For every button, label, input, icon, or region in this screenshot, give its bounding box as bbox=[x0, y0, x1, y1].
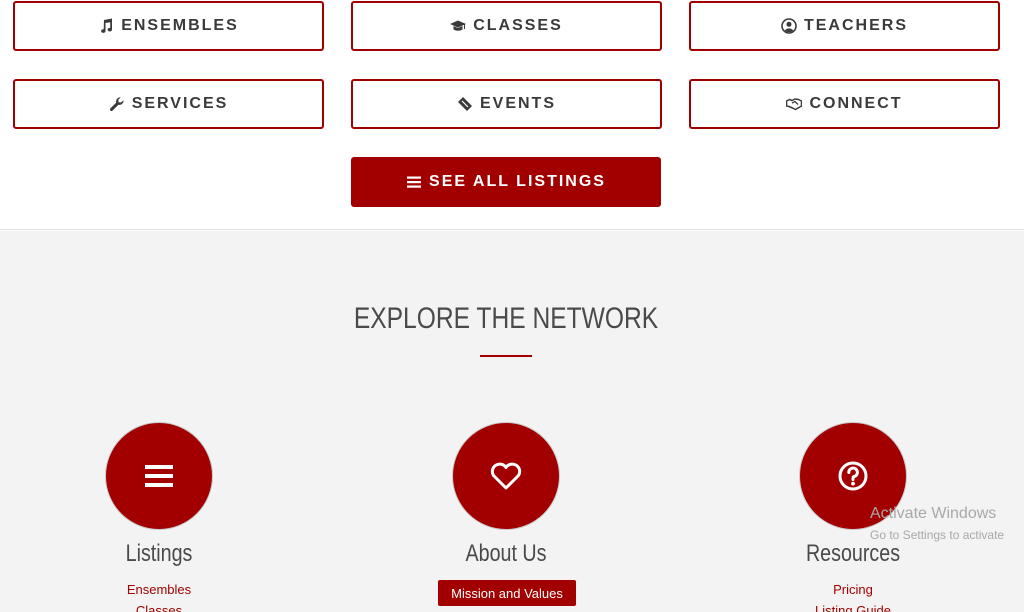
listings-title: Listings bbox=[125, 540, 193, 567]
music-note-icon bbox=[98, 18, 114, 34]
explore-section: EXPLORE THE NETWORK Listings Ensembles C… bbox=[0, 231, 1024, 612]
activate-windows-title: Activate Windows bbox=[870, 505, 997, 522]
events-button[interactable]: EVENTS bbox=[351, 79, 662, 129]
about-circle[interactable] bbox=[452, 422, 560, 530]
wrench-icon bbox=[109, 96, 125, 112]
resources-title: Resources bbox=[805, 540, 901, 567]
heart-icon bbox=[490, 462, 522, 490]
graduation-cap-icon bbox=[450, 18, 467, 34]
pricing-link[interactable]: Pricing bbox=[753, 582, 953, 597]
section-title: EXPLORE THE NETWORK bbox=[353, 302, 659, 335]
bars-icon bbox=[145, 465, 173, 487]
category-section: ENSEMBLES CLASSES TEACHERS SERVICES EVEN… bbox=[0, 0, 1024, 230]
classes-label: CLASSES bbox=[473, 17, 563, 34]
bars-icon bbox=[406, 174, 422, 190]
ensembles-button[interactable]: ENSEMBLES bbox=[13, 1, 324, 51]
listing-guide-link[interactable]: Listing Guide bbox=[753, 603, 953, 612]
services-button[interactable]: SERVICES bbox=[13, 79, 324, 129]
classes-link[interactable]: Classes bbox=[59, 603, 259, 612]
user-circle-icon bbox=[781, 18, 797, 34]
classes-button[interactable]: CLASSES bbox=[351, 1, 662, 51]
listings-circle[interactable] bbox=[105, 422, 213, 530]
see-all-listings-button[interactable]: SEE ALL LISTINGS bbox=[351, 157, 661, 207]
ticket-icon bbox=[457, 96, 473, 112]
teachers-label: TEACHERS bbox=[803, 17, 908, 34]
events-label: EVENTS bbox=[479, 95, 556, 112]
ensembles-link[interactable]: Ensembles bbox=[59, 582, 259, 597]
ensembles-label: ENSEMBLES bbox=[121, 17, 239, 34]
connect-label: CONNECT bbox=[809, 95, 903, 112]
listings-column: Listings Ensembles Classes bbox=[59, 422, 259, 612]
question-circle-icon bbox=[838, 461, 868, 491]
mission-values-button[interactable]: Mission and Values bbox=[438, 580, 576, 606]
connect-button[interactable]: CONNECT bbox=[689, 79, 1000, 129]
services-label: SERVICES bbox=[131, 95, 229, 112]
teachers-button[interactable]: TEACHERS bbox=[689, 1, 1000, 51]
handshake-icon bbox=[786, 96, 803, 112]
about-column: About Us Mission and Values bbox=[406, 422, 606, 612]
about-title: About Us bbox=[465, 540, 547, 567]
activate-windows-subtitle: Go to Settings to activate bbox=[870, 528, 1005, 542]
title-divider bbox=[480, 355, 532, 357]
see-all-listings-label: SEE ALL LISTINGS bbox=[429, 173, 606, 190]
